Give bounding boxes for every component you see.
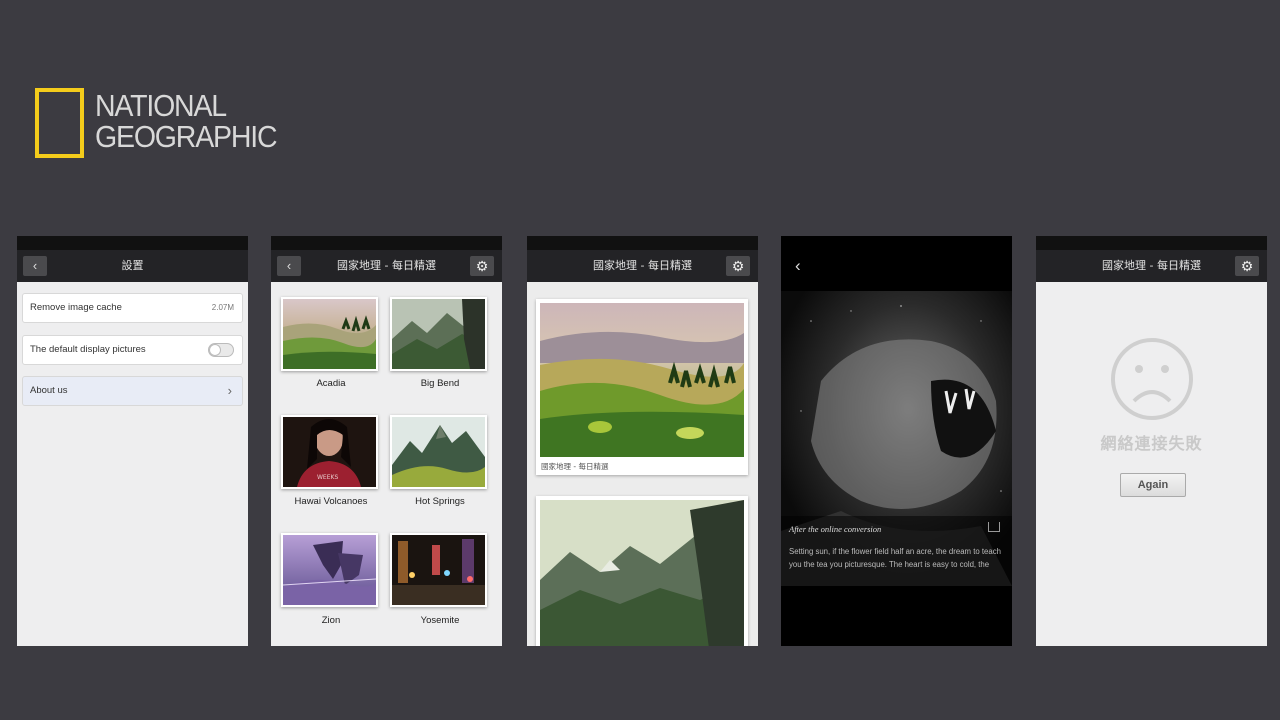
yosemite-image — [392, 535, 485, 605]
default-display-toggle[interactable] — [208, 343, 234, 357]
thumb-yosemite[interactable] — [390, 533, 487, 607]
gallery-grid-screen: ‹ 國家地理 - 每日精選 ⚙ Acadia Big Bend WEEKS Ha… — [271, 236, 502, 646]
cache-size: 2.07M — [211, 303, 234, 312]
gear-icon: ⚙ — [1240, 258, 1254, 274]
default-display-label: The default display pictures — [30, 344, 146, 355]
caption-title: After the online conversion — [789, 524, 882, 534]
gear-icon: ⚙ — [731, 258, 745, 274]
thumb-acadia[interactable] — [281, 297, 378, 371]
caption-body: Setting sun, if the flower field half an… — [789, 547, 1001, 569]
acadia-image — [283, 299, 376, 369]
default-display-row: The default display pictures — [22, 335, 243, 365]
national-geographic-logo: NATIONAL GEOGRAPHIC — [35, 88, 295, 158]
gear-icon: ⚙ — [475, 258, 489, 274]
settings-screen: ‹ 設置 Remove image cache 2.07M The defaul… — [17, 236, 248, 646]
svg-text:WEEKS: WEEKS — [317, 474, 338, 481]
feed-card-caption: 國家地理 - 每日精選 — [541, 462, 609, 471]
toggle-knob — [209, 344, 221, 356]
settings-button[interactable]: ⚙ — [1235, 256, 1259, 276]
settings-button[interactable]: ⚙ — [726, 256, 750, 276]
feed-card-image — [540, 500, 744, 646]
thumb-hawai-volcanoes[interactable]: WEEKS — [281, 415, 378, 489]
thumb-label-zion: Zion — [321, 615, 341, 626]
thumb-zion[interactable] — [281, 533, 378, 607]
thumb-label-hot-springs: Hot Springs — [415, 496, 465, 507]
thumb-label-big-bend: Big Bend — [420, 378, 460, 389]
logo-line-2: GEOGRAPHIC — [95, 119, 278, 154]
thumb-label-yosemite: Yosemite — [420, 615, 460, 626]
status-bar — [527, 236, 758, 250]
big-bend-image — [392, 299, 485, 369]
share-icon[interactable] — [988, 522, 1000, 532]
zion-image — [282, 535, 377, 605]
back-button[interactable]: ‹ — [795, 256, 801, 276]
thumb-label-hawai-volcanoes: Hawai Volcanoes — [294, 496, 368, 507]
thumb-label-acadia: Acadia — [316, 378, 346, 389]
feed-screen: 國家地理 - 每日精選 ⚙ 國家地理 - 每日精選 — [527, 236, 758, 646]
nav-bar: 國家地理 - 每日精選 ⚙ — [1036, 250, 1267, 282]
chevron-left-icon: ‹ — [795, 256, 801, 275]
page-title: 國家地理 - 每日精選 — [593, 259, 692, 272]
feed-card[interactable]: 國家地理 - 每日精選 — [536, 299, 748, 475]
feed-card[interactable] — [536, 496, 748, 646]
chevron-right-icon: › — [227, 383, 232, 398]
error-message: 網絡連接失敗 — [1100, 434, 1203, 453]
remove-cache-row[interactable]: Remove image cache 2.07M — [22, 293, 243, 323]
logo-line-1: NATIONAL — [95, 88, 227, 123]
thumb-big-bend[interactable] — [390, 297, 487, 371]
logo-wordmark: NATIONAL GEOGRAPHIC — [95, 88, 278, 154]
thumb-hot-springs[interactable] — [390, 415, 487, 489]
status-bar — [17, 236, 248, 250]
retry-button[interactable]: Again — [1120, 473, 1186, 497]
page-title: 國家地理 - 每日精選 — [1102, 259, 1201, 272]
about-us-label: About us — [30, 385, 68, 396]
page-title: 設置 — [121, 259, 144, 272]
nav-bar: 國家地理 - 每日精選 ⚙ — [527, 250, 758, 282]
remove-cache-label: Remove image cache — [30, 302, 122, 313]
status-bar — [271, 236, 502, 250]
yellow-border-icon — [35, 88, 84, 158]
roaring-lion-image — [781, 291, 1012, 586]
nav-bar: ‹ 設置 — [17, 250, 248, 282]
sad-face-icon — [1111, 338, 1193, 420]
detail-screen: ‹ After the online conversion Setting su… — [781, 236, 1012, 646]
hot-springs-image — [392, 417, 485, 487]
page-title: 國家地理 - 每日精選 — [337, 259, 436, 272]
about-us-row[interactable]: About us › — [22, 376, 243, 406]
feed-card-image — [540, 303, 744, 457]
status-bar — [1036, 236, 1267, 250]
network-error-screen: 國家地理 - 每日精選 ⚙ 網絡連接失敗 Again — [1036, 236, 1267, 646]
settings-button[interactable]: ⚙ — [470, 256, 494, 276]
hawai-volcanoes-image: WEEKS — [283, 417, 376, 487]
nav-bar: ‹ 國家地理 - 每日精選 ⚙ — [271, 250, 502, 282]
